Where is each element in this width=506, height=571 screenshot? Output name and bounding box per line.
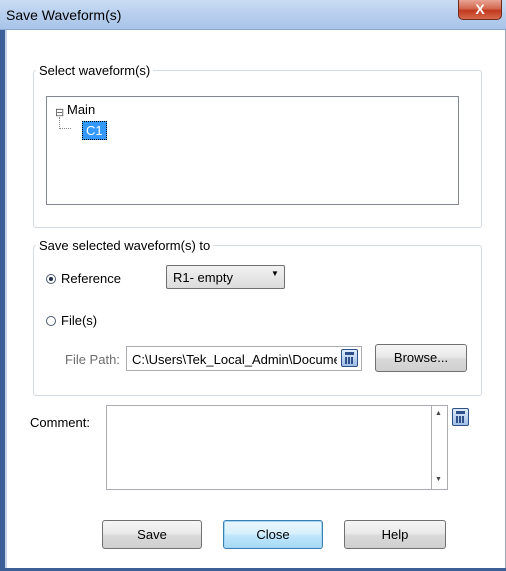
reference-select[interactable]: R1- empty ▼ <box>166 265 285 289</box>
calculator-icon[interactable] <box>341 349 358 367</box>
scroll-down-icon[interactable]: ▼ <box>435 476 442 483</box>
close-button[interactable]: Close <box>223 520 323 549</box>
file-path-label: File Path: <box>65 352 120 367</box>
scroll-up-icon[interactable]: ▲ <box>435 410 442 417</box>
save-destination-legend: Save selected waveform(s) to <box>36 238 214 253</box>
reference-label[interactable]: Reference <box>61 271 121 286</box>
file-path-value: C:\Users\Tek_Local_Admin\Documents <box>132 352 337 367</box>
reference-select-value: R1- empty <box>173 270 233 285</box>
help-button[interactable]: Help <box>344 520 446 549</box>
browse-button[interactable]: Browse... <box>375 344 467 372</box>
select-waveform-legend: Select waveform(s) <box>36 63 154 78</box>
file-path-field[interactable]: C:\Users\Tek_Local_Admin\Documents <box>126 346 362 371</box>
comment-calculator-icon[interactable] <box>452 408 469 426</box>
window-title: Save Waveform(s) <box>6 7 122 23</box>
files-label[interactable]: File(s) <box>61 313 97 328</box>
comment-textarea[interactable] <box>106 405 432 490</box>
title-bar[interactable]: Save Waveform(s) X <box>0 0 506 30</box>
save-waveform-dialog: Save Waveform(s) X Select waveform(s) ⊟ … <box>0 0 506 571</box>
save-button[interactable]: Save <box>102 520 202 549</box>
window-border-left-highlight <box>5 30 7 571</box>
files-radio[interactable] <box>46 316 56 326</box>
tree-node-main[interactable]: Main <box>67 102 95 117</box>
comment-label: Comment: <box>30 415 90 430</box>
chevron-down-icon: ▼ <box>271 269 279 278</box>
tree-connector <box>59 117 71 129</box>
reference-radio[interactable] <box>46 274 56 284</box>
comment-scrollbar[interactable]: ▲ ▼ <box>432 405 448 490</box>
close-window-button[interactable]: X <box>458 0 502 20</box>
waveform-tree[interactable]: ⊟ Main C1 <box>46 96 459 205</box>
tree-node-c1[interactable]: C1 <box>82 121 107 140</box>
